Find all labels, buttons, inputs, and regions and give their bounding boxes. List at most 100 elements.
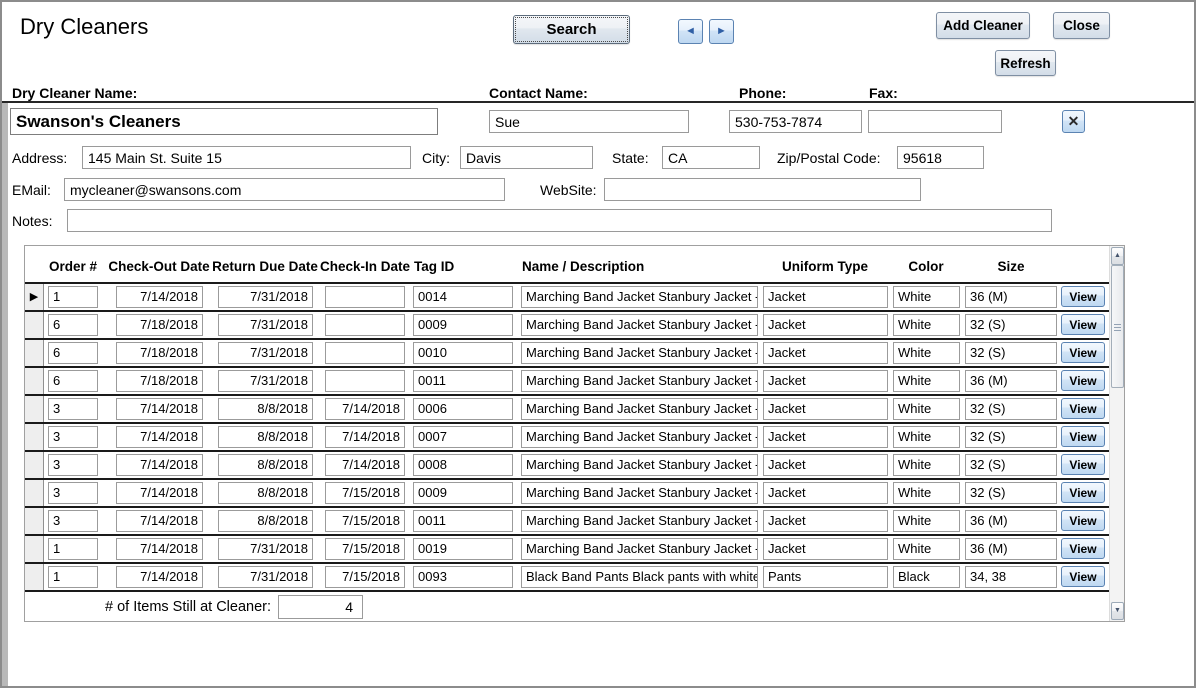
cell-order[interactable]: 3 <box>48 510 98 532</box>
cell-name-description[interactable]: Marching Band Jacket Stanbury Jacket - W… <box>521 398 758 420</box>
cell-size[interactable]: 32 (S) <box>965 454 1057 476</box>
zip-field[interactable] <box>897 146 984 169</box>
row-selector[interactable] <box>25 424 44 450</box>
row-selector[interactable] <box>25 396 44 422</box>
row-selector[interactable] <box>25 312 44 338</box>
cell-uniform-type[interactable]: Jacket <box>763 370 888 392</box>
cell-uniform-type[interactable]: Jacket <box>763 426 888 448</box>
cell-check-in-date[interactable]: 7/14/2018 <box>325 454 405 476</box>
cell-size[interactable]: 32 (S) <box>965 342 1057 364</box>
cell-tag-id[interactable]: 0011 <box>413 370 513 392</box>
cell-size[interactable]: 36 (M) <box>965 538 1057 560</box>
city-field[interactable] <box>460 146 593 169</box>
view-button[interactable]: View <box>1061 398 1105 419</box>
row-selector[interactable] <box>25 508 44 534</box>
refresh-button[interactable]: Refresh <box>995 50 1056 76</box>
cell-check-out-date[interactable]: 7/18/2018 <box>116 314 203 336</box>
cell-check-in-date[interactable]: 7/14/2018 <box>325 426 405 448</box>
cell-order[interactable]: 3 <box>48 426 98 448</box>
cell-return-due-date[interactable]: 8/8/2018 <box>218 426 313 448</box>
grid-scrollbar[interactable]: ▲ ▼ <box>1109 246 1124 621</box>
cell-size[interactable]: 32 (S) <box>965 426 1057 448</box>
cell-tag-id[interactable]: 0010 <box>413 342 513 364</box>
view-button[interactable]: View <box>1061 482 1105 503</box>
cell-return-due-date[interactable]: 7/31/2018 <box>218 286 313 308</box>
fax-field[interactable] <box>868 110 1002 133</box>
cell-color[interactable]: White <box>893 426 960 448</box>
cell-return-due-date[interactable]: 8/8/2018 <box>218 510 313 532</box>
state-field[interactable] <box>662 146 760 169</box>
cell-return-due-date[interactable]: 7/31/2018 <box>218 538 313 560</box>
cell-check-in-date[interactable] <box>325 370 405 392</box>
cell-uniform-type[interactable]: Jacket <box>763 538 888 560</box>
cell-check-out-date[interactable]: 7/14/2018 <box>116 482 203 504</box>
cell-return-due-date[interactable]: 7/31/2018 <box>218 314 313 336</box>
cell-name-description[interactable]: Marching Band Jacket Stanbury Jacket - W… <box>521 454 758 476</box>
cell-color[interactable]: White <box>893 482 960 504</box>
contact-name-field[interactable] <box>489 110 689 133</box>
website-field[interactable] <box>604 178 921 201</box>
search-button[interactable]: Search <box>513 15 630 44</box>
cell-order[interactable]: 3 <box>48 398 98 420</box>
cell-name-description[interactable]: Black Band Pants Black pants with white … <box>521 566 758 588</box>
row-selector[interactable]: ▶ <box>25 284 44 310</box>
cell-check-out-date[interactable]: 7/14/2018 <box>116 398 203 420</box>
cell-return-due-date[interactable]: 8/8/2018 <box>218 454 313 476</box>
cell-color[interactable]: White <box>893 370 960 392</box>
view-button[interactable]: View <box>1061 370 1105 391</box>
cell-uniform-type[interactable]: Jacket <box>763 286 888 308</box>
email-field[interactable] <box>64 178 505 201</box>
delete-record-button[interactable]: ✕ <box>1062 110 1085 133</box>
view-button[interactable]: View <box>1061 342 1105 363</box>
cell-return-due-date[interactable]: 7/31/2018 <box>218 342 313 364</box>
scroll-down-button[interactable]: ▼ <box>1111 602 1124 620</box>
cell-check-out-date[interactable]: 7/18/2018 <box>116 342 203 364</box>
cell-return-due-date[interactable]: 7/31/2018 <box>218 566 313 588</box>
scroll-up-button[interactable]: ▲ <box>1111 247 1124 265</box>
cell-check-in-date[interactable] <box>325 286 405 308</box>
cell-size[interactable]: 36 (M) <box>965 510 1057 532</box>
cell-name-description[interactable]: Marching Band Jacket Stanbury Jacket - W… <box>521 538 758 560</box>
row-selector[interactable] <box>25 536 44 562</box>
cell-order[interactable]: 6 <box>48 342 98 364</box>
view-button[interactable]: View <box>1061 566 1105 587</box>
cell-uniform-type[interactable]: Jacket <box>763 398 888 420</box>
cell-check-in-date[interactable] <box>325 314 405 336</box>
add-cleaner-button[interactable]: Add Cleaner <box>936 12 1030 39</box>
close-button[interactable]: Close <box>1053 12 1110 39</box>
cell-order[interactable]: 6 <box>48 314 98 336</box>
view-button[interactable]: View <box>1061 314 1105 335</box>
view-button[interactable]: View <box>1061 286 1105 307</box>
cell-check-in-date[interactable]: 7/15/2018 <box>325 510 405 532</box>
cell-order[interactable]: 1 <box>48 538 98 560</box>
phone-field[interactable] <box>729 110 862 133</box>
cell-color[interactable]: White <box>893 342 960 364</box>
cell-check-out-date[interactable]: 7/14/2018 <box>116 286 203 308</box>
view-button[interactable]: View <box>1061 510 1105 531</box>
cell-tag-id[interactable]: 0009 <box>413 314 513 336</box>
cell-tag-id[interactable]: 0009 <box>413 482 513 504</box>
row-selector[interactable] <box>25 340 44 366</box>
cell-return-due-date[interactable]: 8/8/2018 <box>218 398 313 420</box>
cell-return-due-date[interactable]: 7/31/2018 <box>218 370 313 392</box>
row-selector[interactable] <box>25 452 44 478</box>
cell-size[interactable]: 36 (M) <box>965 370 1057 392</box>
cell-color[interactable]: White <box>893 314 960 336</box>
cell-order[interactable]: 6 <box>48 370 98 392</box>
cell-tag-id[interactable]: 0014 <box>413 286 513 308</box>
cell-color[interactable]: White <box>893 286 960 308</box>
cell-name-description[interactable]: Marching Band Jacket Stanbury Jacket - W… <box>521 314 758 336</box>
scrollbar-thumb[interactable] <box>1111 265 1124 388</box>
cell-return-due-date[interactable]: 8/8/2018 <box>218 482 313 504</box>
cell-color[interactable]: White <box>893 538 960 560</box>
row-selector[interactable] <box>25 564 44 590</box>
cell-name-description[interactable]: Marching Band Jacket Stanbury Jacket - W… <box>521 286 758 308</box>
cell-color[interactable]: White <box>893 398 960 420</box>
cell-tag-id[interactable]: 0019 <box>413 538 513 560</box>
cell-size[interactable]: 34, 38 <box>965 566 1057 588</box>
cell-check-out-date[interactable]: 7/14/2018 <box>116 510 203 532</box>
row-selector[interactable] <box>25 368 44 394</box>
view-button[interactable]: View <box>1061 538 1105 559</box>
notes-field[interactable] <box>67 209 1052 232</box>
cell-order[interactable]: 1 <box>48 566 98 588</box>
